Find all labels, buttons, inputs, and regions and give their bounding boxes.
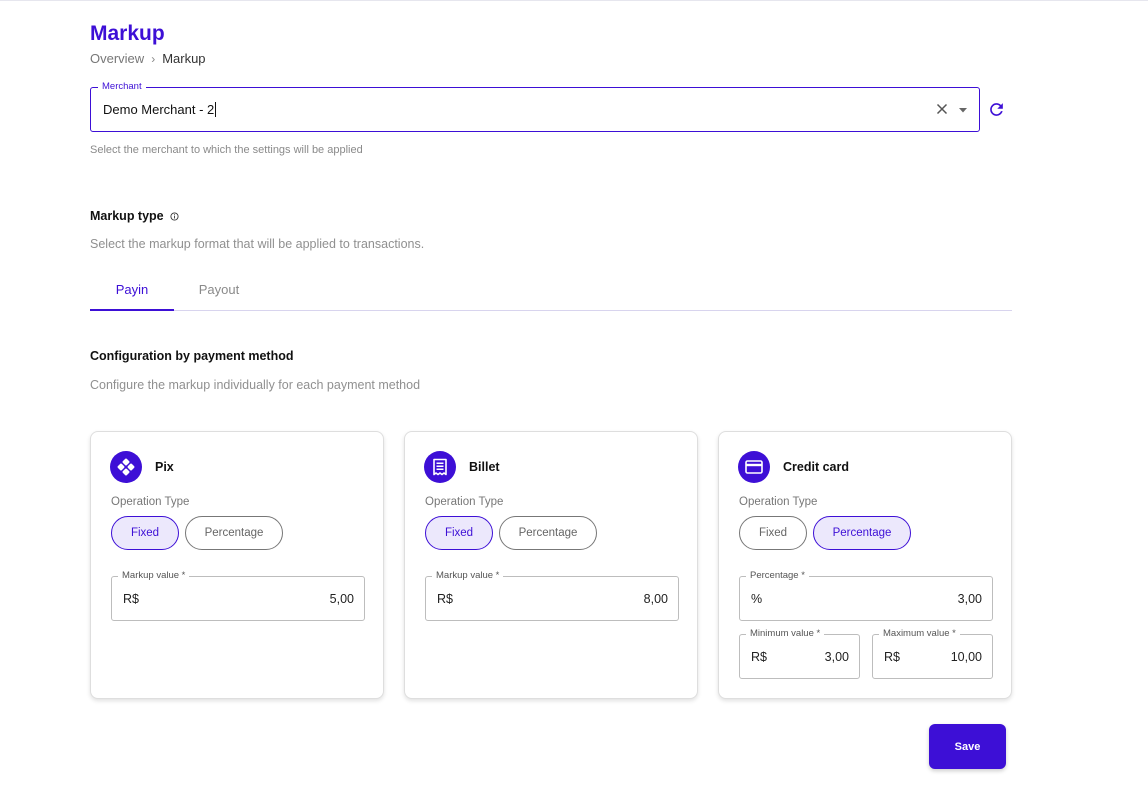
tab-bar: Payin Payout [90, 276, 1012, 311]
pix-card: Pix Operation Type Fixed Percentage Mark… [90, 431, 384, 699]
maximum-value-field[interactable]: Maximum value * R$ 10,00 [872, 628, 993, 679]
percentage-field[interactable]: Percentage * % 3,00 [739, 570, 993, 621]
field-value: 3,00 [824, 650, 849, 664]
currency-prefix: R$ [437, 592, 453, 606]
card-title: Billet [469, 460, 500, 474]
field-value: 8,00 [643, 592, 668, 606]
breadcrumb-current: Markup [162, 51, 206, 66]
percentage-option-button[interactable]: Percentage [185, 516, 283, 550]
minimum-value-field[interactable]: Minimum value * R$ 3,00 [739, 628, 860, 679]
breadcrumb-separator: › [151, 51, 156, 66]
merchant-select[interactable]: Merchant Demo Merchant - 2 [90, 81, 980, 132]
currency-prefix: R$ [123, 592, 139, 606]
field-label: Markup value * [432, 570, 504, 582]
top-divider [0, 0, 1148, 1]
pix-icon [110, 451, 142, 483]
field-label: Markup value * [118, 570, 190, 582]
markup-type-heading: Markup type [90, 209, 179, 223]
refresh-icon[interactable] [987, 100, 1006, 119]
currency-prefix: R$ [884, 650, 900, 664]
operation-type-label: Operation Type [425, 496, 504, 508]
save-button[interactable]: Save [929, 724, 1006, 769]
merchant-label: Merchant [98, 81, 146, 93]
breadcrumb-overview[interactable]: Overview [90, 51, 144, 66]
card-title: Credit card [783, 460, 849, 474]
breadcrumb: Overview › Markup [90, 51, 206, 66]
credit-card-icon [738, 451, 770, 483]
operation-type-label: Operation Type [739, 496, 818, 508]
config-title: Configuration by payment method [90, 349, 294, 363]
clear-icon[interactable] [934, 101, 950, 117]
tab-payout[interactable]: Payout [174, 276, 264, 311]
merchant-input[interactable]: Demo Merchant - 2 [103, 102, 217, 117]
card-title: Pix [155, 460, 174, 474]
percentage-option-button[interactable]: Percentage [499, 516, 597, 550]
markup-value-field[interactable]: Markup value * R$ 8,00 [425, 570, 679, 621]
field-value: 5,00 [329, 592, 354, 606]
tab-payin[interactable]: Payin [90, 276, 174, 311]
field-value: 3,00 [957, 592, 982, 606]
markup-type-title: Markup type [90, 209, 164, 223]
field-label: Minimum value * [746, 628, 825, 640]
info-icon[interactable] [170, 212, 179, 221]
markup-value-field[interactable]: Markup value * R$ 5,00 [111, 570, 365, 621]
fixed-option-button[interactable]: Fixed [111, 516, 179, 550]
percent-prefix: % [751, 592, 763, 606]
percentage-option-button[interactable]: Percentage [813, 516, 911, 550]
markup-type-description: Select the markup format that will be ap… [90, 237, 425, 251]
credit-card-card: Credit card Operation Type Fixed Percent… [718, 431, 1012, 699]
operation-type-label: Operation Type [111, 496, 190, 508]
currency-prefix: R$ [751, 650, 767, 664]
fixed-option-button[interactable]: Fixed [739, 516, 807, 550]
billet-card: Billet Operation Type Fixed Percentage M… [404, 431, 698, 699]
fixed-option-button[interactable]: Fixed [425, 516, 493, 550]
receipt-icon [424, 451, 456, 483]
merchant-value: Demo Merchant - 2 [103, 102, 215, 117]
field-value: 10,00 [950, 650, 982, 664]
text-cursor [215, 102, 217, 117]
merchant-helper-text: Select the merchant to which the setting… [90, 144, 363, 156]
page-title: Markup [90, 22, 165, 45]
chevron-down-icon[interactable] [957, 105, 969, 115]
config-description: Configure the markup individually for ea… [90, 378, 421, 392]
field-label: Maximum value * [879, 628, 960, 640]
field-label: Percentage * [746, 570, 809, 582]
